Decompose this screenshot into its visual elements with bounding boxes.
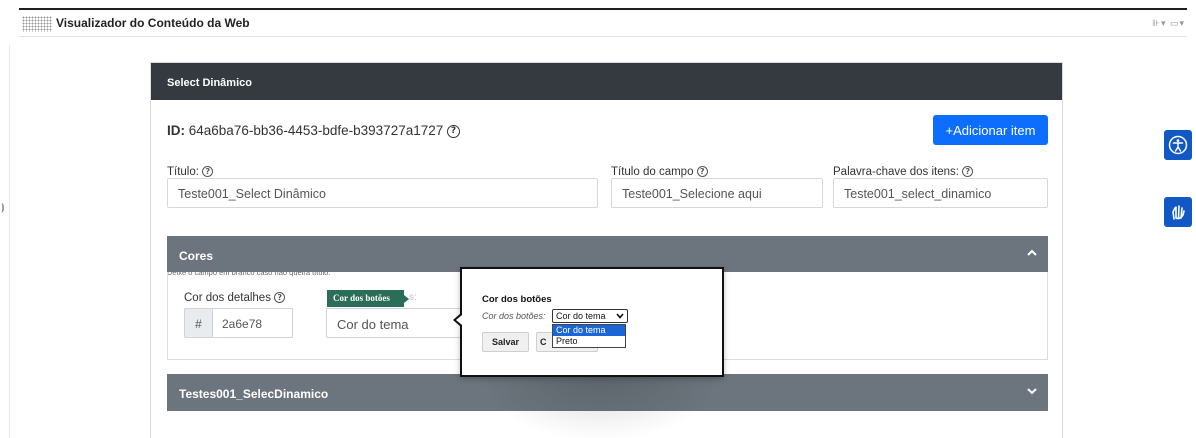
accordion-testes-title: Testes001_SelecDinamico: [179, 387, 329, 401]
popup-select-value: Cor do tema: [556, 311, 606, 321]
popup-title: Cor dos botões: [482, 294, 552, 305]
campo-input[interactable]: Teste001_Selecione aqui: [611, 178, 823, 208]
accessibility-icon: [1168, 135, 1188, 155]
card-title: Select Dinâmico: [151, 63, 1062, 100]
sign-language-button[interactable]: [1164, 197, 1192, 227]
viewer-title: Visualizador do Conteúdo da Web: [56, 16, 250, 30]
web-content-viewer: Visualizador do Conteúdo da Web ⊪▾ ▭▾ ⦘ …: [0, 0, 1196, 438]
detalhes-label: Cor dos detalhes: [184, 292, 271, 304]
palavra-help-icon[interactable]: ?: [962, 166, 974, 178]
palavra-label-row: Palavra-chave dos itens: ?: [833, 166, 974, 178]
id-line: ID: 64a6ba76-bb36-4453-bdfe-b393727a1727…: [167, 123, 461, 138]
palavra-input[interactable]: Teste001_select_dinamico: [833, 178, 1048, 208]
titulo-input[interactable]: Teste001_Select Dinâmico: [167, 178, 598, 208]
dropdown-option-cor-do-tema[interactable]: Cor do tema: [553, 325, 625, 336]
botoes-tooltip: Cor dos botões: [327, 290, 404, 307]
chevron-down-icon: [616, 313, 624, 319]
app-grid-icon[interactable]: [22, 16, 52, 32]
palavra-label: Palavra-chave dos itens:: [833, 166, 959, 178]
id-help-icon[interactable]: ?: [447, 124, 461, 138]
campo-label: Título do campo: [611, 166, 694, 178]
viewer-header: Visualizador do Conteúdo da Web ⊪▾ ▭▾: [19, 10, 1187, 37]
detalhes-label-row: Cor dos detalhes ?: [184, 292, 286, 304]
accordion-cores-title: Cores: [179, 249, 214, 263]
chevron-up-icon[interactable]: [1026, 247, 1038, 259]
header-menu-icons[interactable]: ⊪▾ ▭▾: [1152, 18, 1185, 29]
add-item-button[interactable]: +Adicionar item: [933, 115, 1048, 145]
chevron-down-icon[interactable]: [1026, 385, 1038, 397]
titulo-label: Título:: [167, 166, 199, 178]
dropdown-option-preto[interactable]: Preto: [553, 336, 625, 347]
sign-language-icon: [1172, 205, 1185, 220]
left-divider: [9, 45, 10, 438]
botoes-color-select[interactable]: Cor do tema: [326, 308, 464, 338]
hash-addon: #: [184, 308, 213, 338]
tooltip-spill-text: s:: [409, 292, 417, 303]
save-button[interactable]: Salvar: [482, 332, 529, 352]
popup-label: Cor dos botões:: [482, 311, 546, 321]
titulo-help-icon[interactable]: ?: [202, 166, 214, 178]
campo-help-icon[interactable]: ?: [696, 166, 708, 178]
color-popup: Cor dos botões Cor dos botões: Cor do te…: [460, 267, 724, 377]
id-value: 64a6ba76-bb36-4453-bdfe-b393727a1727: [188, 123, 444, 138]
side-collapse-icon[interactable]: ⦘: [1, 202, 4, 213]
popup-dropdown-list: Cor do tema Preto: [552, 324, 626, 348]
detalhes-help-icon[interactable]: ?: [274, 292, 286, 304]
campo-label-row: Título do campo ?: [611, 166, 708, 178]
popup-select[interactable]: Cor do tema: [552, 309, 628, 323]
titulo-label-row: Título: ?: [167, 166, 214, 178]
id-label: ID:: [167, 123, 185, 138]
popup-pointer-inner: [456, 315, 462, 325]
detalhes-color-input[interactable]: 2a6e78: [212, 308, 293, 338]
accessibility-button[interactable]: [1164, 130, 1192, 160]
